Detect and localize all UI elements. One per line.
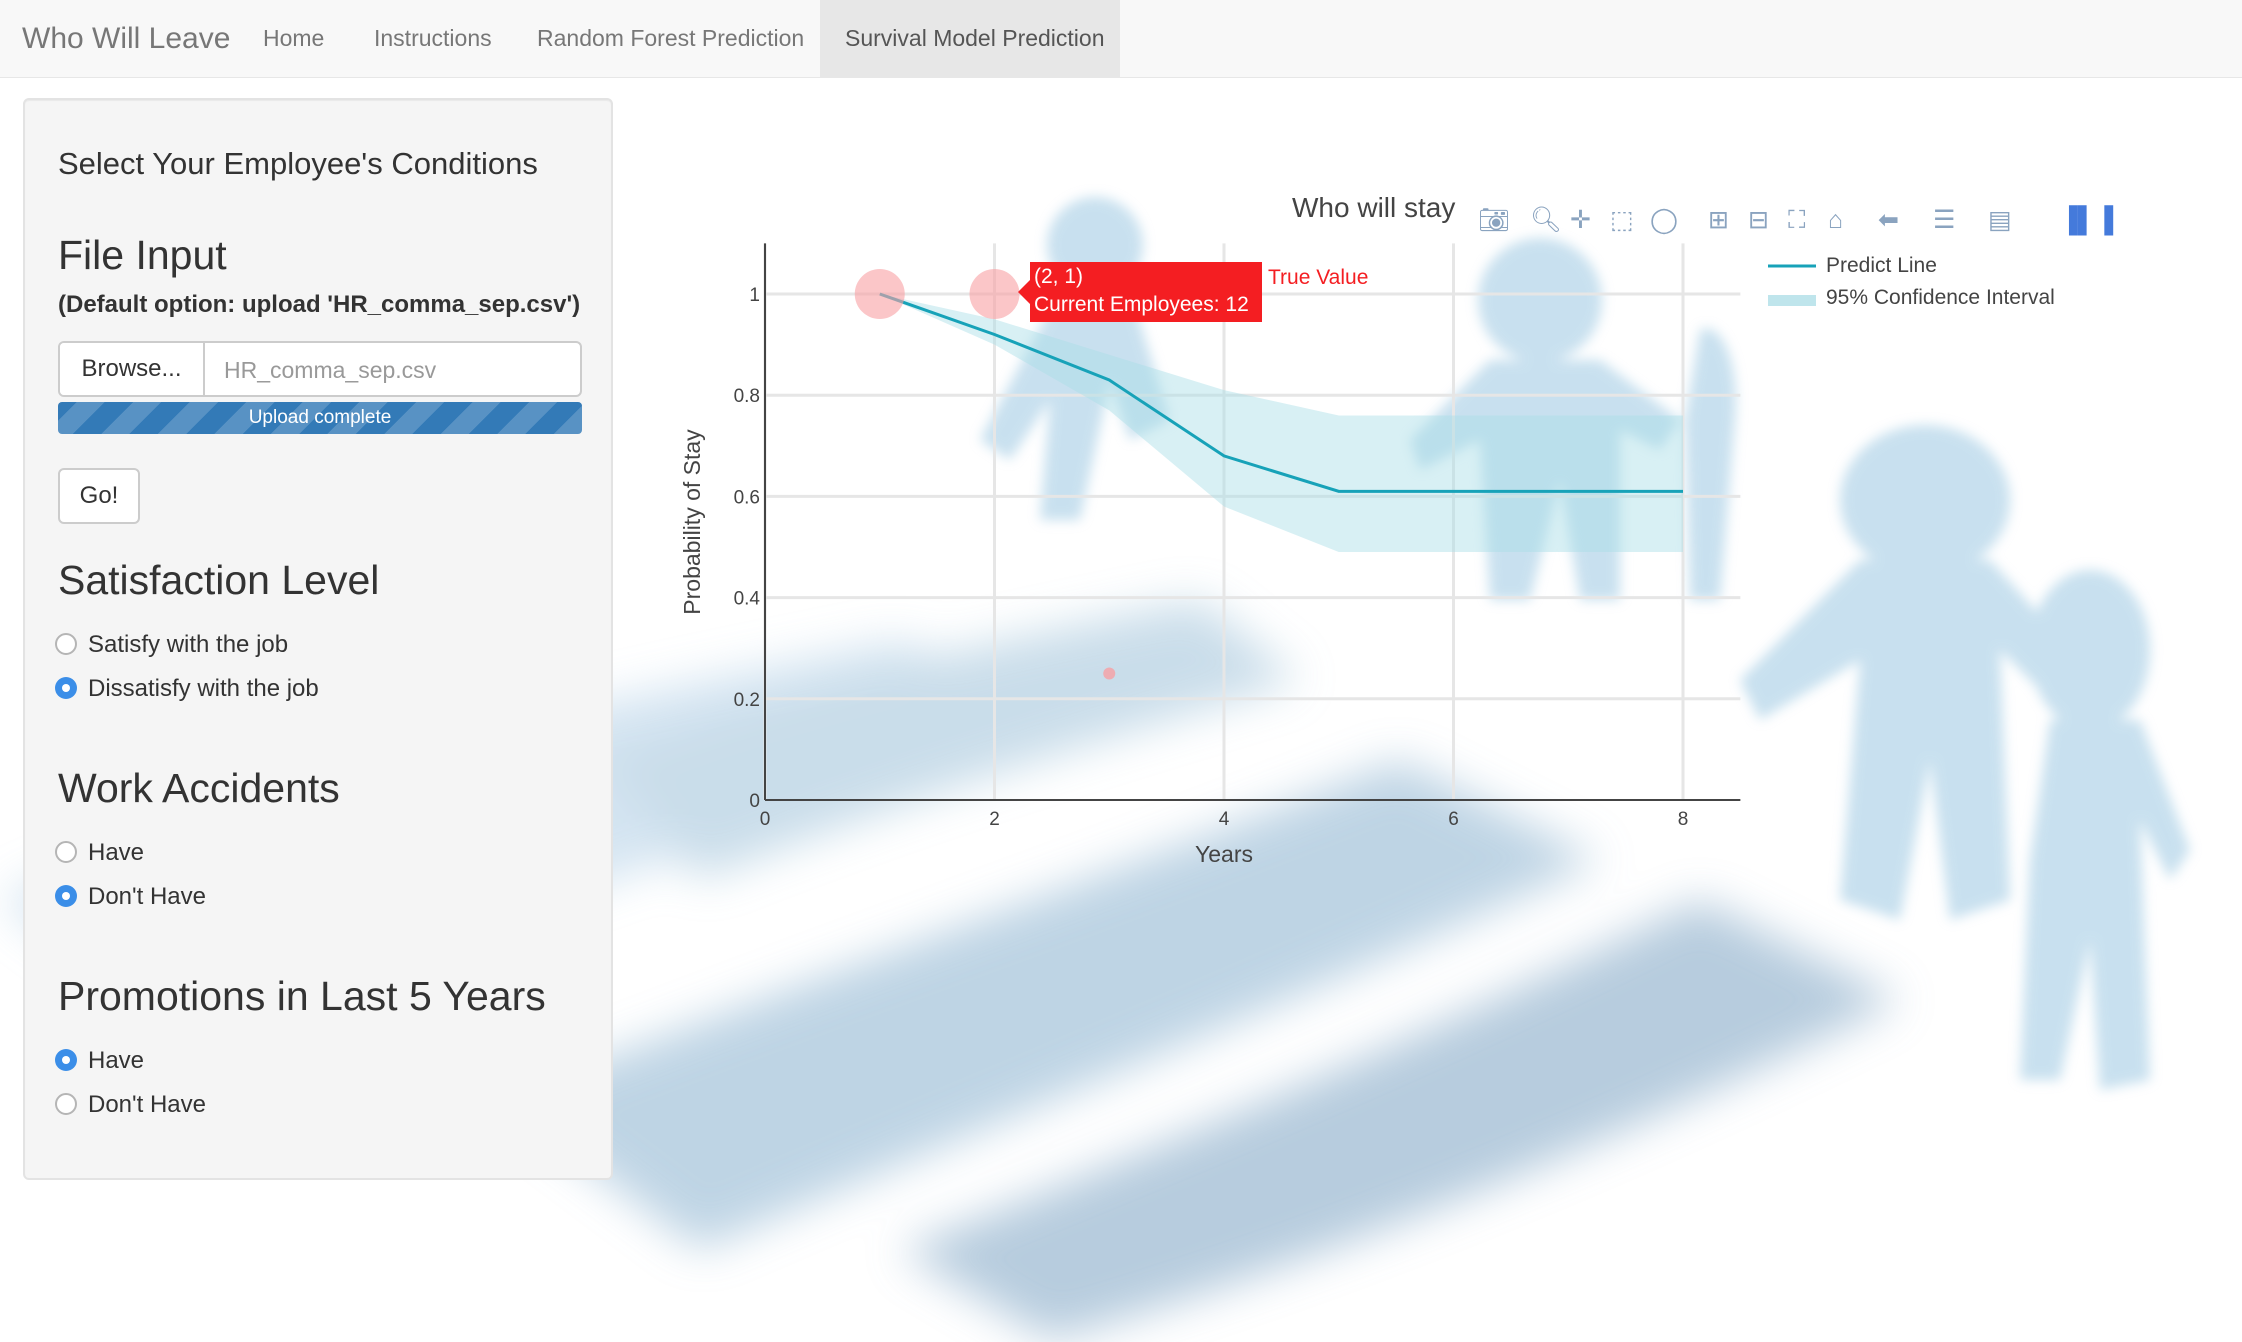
camera-icon[interactable]: 📷︎ [1478,202,1510,238]
zoom-in-icon[interactable]: ⊞ [1708,202,1729,238]
hover-compare-icon[interactable]: ☰ [1933,202,1955,238]
x-tick-label: 2 [989,809,1000,830]
tooltip-detail: Current Employees: 12 [1034,293,1249,316]
true-value-marker [854,269,905,319]
pan-icon[interactable]: ✛ [1570,202,1591,238]
true-value-marker [1103,667,1116,680]
legend-swatches [1768,264,1816,306]
x-tick-label: 8 [1678,809,1689,830]
tooltip-series-name: True Value [1268,266,1369,289]
box-select-icon[interactable]: ⬚ [1610,202,1634,238]
autoscale-icon[interactable]: ⛶ [1788,202,1806,238]
x-tick-label: 0 [760,809,771,830]
hover-closest-icon[interactable]: ⬅ [1878,202,1899,238]
y-axis-title: Probability of Stay [679,429,705,615]
lasso-icon[interactable]: ◯ [1650,202,1678,238]
x-tick-label: 6 [1448,809,1459,830]
toggle-spikelines-icon[interactable]: ▤ [1988,202,2012,238]
y-tick-label: 0.8 [734,386,760,407]
x-axis-title: Years [1195,841,1253,867]
y-tick-label: 0.4 [734,589,761,610]
y-tick-label: 0.2 [734,690,760,711]
y-tick-label: 1 [749,285,760,306]
hover-tooltip: (2, 1) Current Employees: 12 [1018,262,1262,322]
true-value-marker [969,269,1020,319]
zoom-icon[interactable]: 🔍︎ [1530,202,1562,238]
legend-predict-line[interactable]: Predict Line [1826,254,1937,278]
confidence-band [879,294,1683,553]
zoom-out-icon[interactable]: ⊟ [1748,202,1769,238]
plotly-logo-icon[interactable]: ▐▌▐ [2060,202,2113,238]
survival-chart[interactable]: 0 2 4 6 8 0 0.2 0.4 0.6 0.8 1 Years Probability of S… [0,0,2242,1342]
y-tick-label: 0.6 [734,487,760,508]
y-tick-label: 0 [749,791,760,812]
legend-confidence-interval[interactable]: 95% Confidence Interval [1826,286,2055,310]
legend-band-swatch [1768,295,1816,306]
tooltip-point: (2, 1) [1034,265,1084,288]
reset-axes-icon[interactable]: ⌂ [1828,202,1843,238]
x-tick-label: 4 [1219,809,1230,830]
